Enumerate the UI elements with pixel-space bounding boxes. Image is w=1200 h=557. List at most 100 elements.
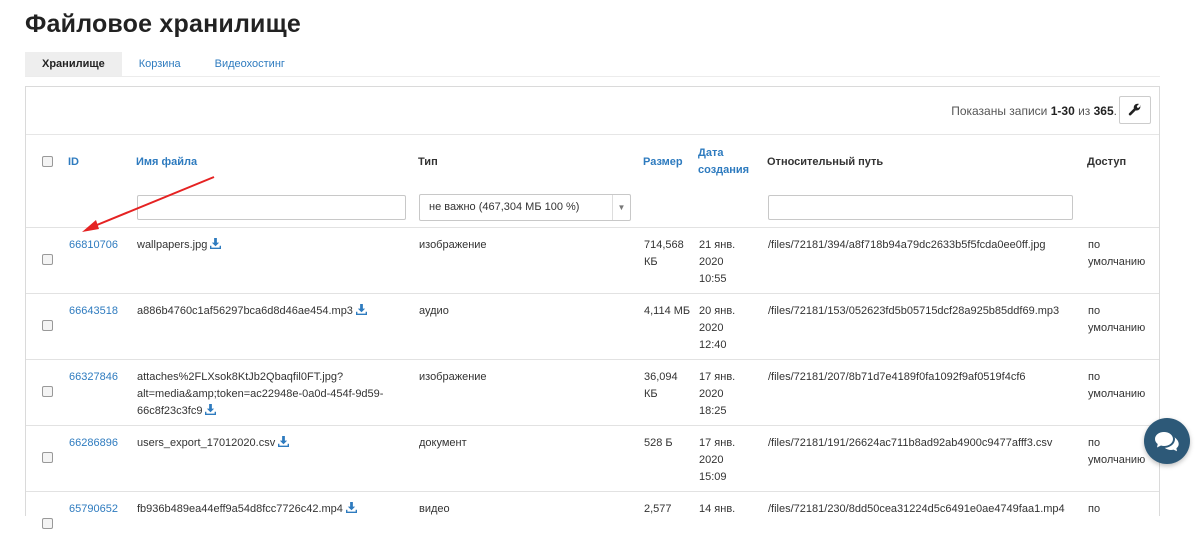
download-icon[interactable]	[210, 238, 221, 249]
file-date-time: 10:55	[699, 273, 727, 285]
records-prefix: Показаны записи	[951, 104, 1051, 118]
file-name: a886b4760c1af56297bca6d8d46ae454.mp3	[137, 305, 353, 317]
file-date: 17 янв.202018:25	[698, 360, 767, 426]
path-filter-input[interactable]	[768, 195, 1073, 220]
file-size-unit: КБ	[644, 256, 658, 268]
file-name-cell: attaches%2FLXsok8KtJb2Qbaqfil0FT.jpg? al…	[136, 360, 418, 426]
file-path: /files/72181/394/a8f718b94a79dc2633b5f5f…	[767, 228, 1087, 294]
row-checkbox[interactable]	[42, 254, 53, 265]
file-access: поумолчанию	[1087, 360, 1159, 426]
file-access-line1: по	[1088, 437, 1100, 449]
row-select-cell	[26, 294, 68, 360]
file-date-day: 17 янв.	[699, 437, 735, 449]
table-header-row: ID Имя файла Тип Размер Дата создания От…	[26, 135, 1159, 188]
file-name-filter-input[interactable]	[137, 195, 406, 220]
file-name-cell: users_export_17012020.csv	[136, 426, 418, 492]
filter-path-cell	[767, 188, 1087, 228]
file-access-line1: по	[1088, 305, 1100, 317]
filter-empty-cell	[68, 188, 136, 228]
column-size[interactable]: Размер	[643, 135, 698, 188]
file-date: 20 янв. 2020 12:40	[698, 294, 767, 360]
file-name: users_export_17012020.csv	[137, 437, 275, 449]
file-id-link[interactable]: 66327846	[68, 360, 136, 426]
file-access-line2: умолчанию	[1088, 454, 1145, 466]
file-date-year: 2020	[699, 322, 723, 334]
file-date-day: 21 янв.	[699, 239, 735, 251]
table-settings-button[interactable]	[1119, 96, 1151, 124]
file-access-line2: умолчанию	[1088, 388, 1145, 400]
file-id-link[interactable]: 66286896	[68, 426, 136, 492]
file-id-link[interactable]: 65790652	[68, 492, 136, 557]
column-created-date[interactable]: Дата создания	[698, 135, 767, 188]
filter-empty-cell	[698, 188, 767, 228]
column-created-date-line1: Дата	[698, 147, 723, 159]
file-size: 36,094КБ	[643, 360, 698, 426]
files-table: ID Имя файла Тип Размер Дата создания От…	[26, 135, 1159, 557]
table-row: 66810706 wallpapers.jpg изображение 714,…	[26, 228, 1159, 294]
file-id-link[interactable]: 66643518	[68, 294, 136, 360]
row-checkbox[interactable]	[42, 452, 53, 463]
file-date-day: 20 янв.	[699, 305, 735, 317]
filter-row: не важно (467,304 МБ 100 %) ▼	[26, 188, 1159, 228]
row-select-cell	[26, 360, 68, 426]
file-size-value: 2,577	[644, 503, 672, 515]
records-suffix: .	[1114, 104, 1117, 118]
tab-video-hosting[interactable]: Видеохостинг	[198, 52, 302, 76]
row-checkbox[interactable]	[42, 518, 53, 529]
file-date: 17 янв.202015:09	[698, 426, 767, 492]
file-size: 2,577	[643, 492, 698, 557]
file-date: 14 янв.	[698, 492, 767, 557]
file-access-line1: по	[1088, 503, 1100, 515]
records-middle: из	[1075, 104, 1094, 118]
file-name-line1: attaches%2FLXsok8KtJb2Qbaqfil0FT.jpg?	[137, 371, 343, 383]
filter-empty-cell	[1087, 188, 1159, 228]
type-filter-value: не важно (467,304 МБ 100 %)	[429, 201, 579, 213]
file-date-year: 2020	[699, 388, 723, 400]
file-date-year: 2020	[699, 256, 723, 268]
row-select-cell	[26, 426, 68, 492]
chat-button[interactable]	[1144, 418, 1190, 464]
column-relative-path: Относительный путь	[767, 135, 1087, 188]
file-name: fb936b489ea44eff9a54d8fcc7726c42.mp4	[137, 503, 343, 515]
download-icon[interactable]	[205, 404, 216, 415]
file-size-value: 714,568	[644, 239, 684, 251]
file-name-line3: 66c8f23c3fc9	[137, 405, 202, 417]
filter-name-cell	[136, 188, 418, 228]
file-access: по	[1087, 492, 1159, 557]
file-type: видео	[418, 492, 643, 557]
file-path: /files/72181/153/052623fd5b05715dcf28a92…	[767, 294, 1087, 360]
table-row: 66643518 a886b4760c1af56297bca6d8d46ae45…	[26, 294, 1159, 360]
file-name-cell: wallpapers.jpg	[136, 228, 418, 294]
file-access-line1: по	[1088, 239, 1100, 251]
file-id-link[interactable]: 66810706	[68, 228, 136, 294]
type-filter-select[interactable]: не важно (467,304 МБ 100 %) ▼	[419, 194, 631, 221]
row-select-cell	[26, 492, 68, 557]
select-all-cell	[26, 135, 68, 188]
row-checkbox[interactable]	[42, 320, 53, 331]
file-size: 528 Б	[643, 426, 698, 492]
file-type: изображение	[418, 360, 643, 426]
wrench-icon	[1128, 103, 1142, 117]
file-date: 21 янв. 2020 10:55	[698, 228, 767, 294]
download-icon[interactable]	[356, 304, 367, 315]
files-panel: Показаны записи 1-30 из 365. ID Имя файл…	[25, 86, 1160, 516]
file-name-cell: a886b4760c1af56297bca6d8d46ae454.mp3	[136, 294, 418, 360]
column-file-name[interactable]: Имя файла	[136, 135, 418, 188]
file-date-day: 14 янв.	[699, 503, 735, 515]
row-checkbox[interactable]	[42, 386, 53, 397]
select-all-checkbox[interactable]	[42, 156, 53, 167]
tabs-divider	[25, 76, 1160, 77]
file-access-line2: умолчанию	[1088, 256, 1145, 268]
file-date-time: 12:40	[699, 339, 727, 351]
records-range: 1-30	[1051, 104, 1075, 118]
file-name-cell: fb936b489ea44eff9a54d8fcc7726c42.mp4	[136, 492, 418, 557]
file-date-day: 17 янв.	[699, 371, 735, 383]
tab-storage[interactable]: Хранилище	[25, 52, 122, 76]
tab-trash[interactable]: Корзина	[122, 52, 198, 76]
column-id[interactable]: ID	[68, 135, 136, 188]
download-icon[interactable]	[278, 436, 289, 447]
file-name-line2: alt=media&amp;token=ac22948e-0a0d-454f-9…	[137, 388, 383, 400]
file-path: /files/72181/230/8dd50cea31224d5c6491e0a…	[767, 492, 1087, 557]
tab-bar: Хранилище Корзина Видеохостинг	[25, 52, 302, 76]
file-date-time: 15:09	[699, 471, 727, 483]
